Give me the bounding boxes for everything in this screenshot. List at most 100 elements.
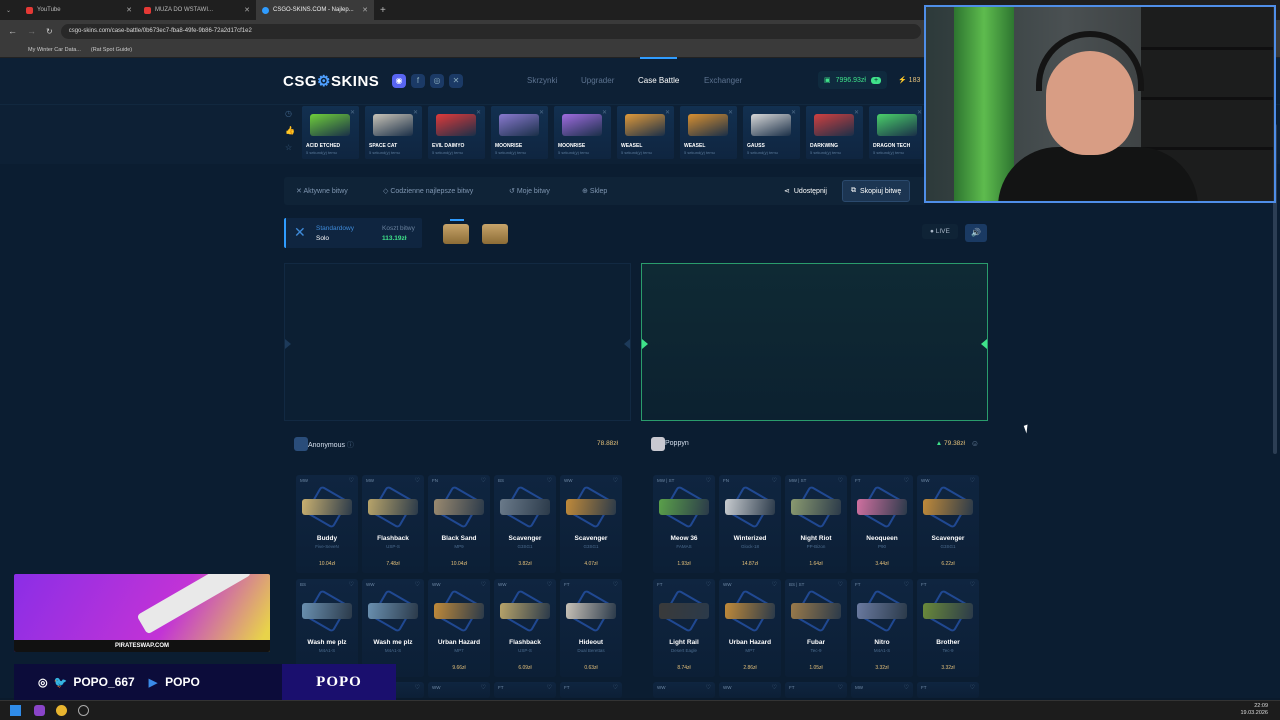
won-item-card[interactable]: FN ♡ Winterized Glock-18 14.87zł [719, 475, 781, 573]
favorite-icon[interactable]: ♡ [481, 684, 486, 691]
copy-battle-button[interactable]: ⧉ Skopiuj bitwę [842, 180, 911, 202]
won-item-card[interactable]: WW ♡ Flashback USP-S 6.09zł [494, 579, 556, 677]
chrome-icon[interactable] [56, 705, 67, 716]
close-icon[interactable]: ✕ [476, 109, 481, 116]
subnav-active-battles[interactable]: ✕ Aktywne bitwy [296, 187, 348, 195]
won-item-card[interactable]: WW ♡ [428, 682, 490, 698]
won-item-card[interactable]: FT ♡ Neoqueen P90 3.44zł [851, 475, 913, 573]
won-item-card[interactable]: FT ♡ [560, 682, 622, 698]
close-icon[interactable]: ✕ [854, 109, 859, 116]
back-icon[interactable]: ← [8, 26, 17, 36]
favorite-icon[interactable]: ♡ [772, 684, 777, 691]
case-box-1[interactable] [443, 224, 469, 244]
favorite-icon[interactable]: ♡ [772, 581, 777, 588]
close-icon[interactable]: ✕ [350, 109, 355, 116]
close-icon[interactable]: ✕ [791, 109, 796, 116]
won-item-card[interactable]: WW ♡ [719, 682, 781, 698]
favorite-icon[interactable]: ♡ [706, 477, 711, 484]
won-item-card[interactable]: FN ♡ Black Sand MP9 10.04zł [428, 475, 490, 573]
favorite-icon[interactable]: ♡ [904, 581, 909, 588]
nav-skrzynki[interactable]: Skrzynki [527, 76, 557, 85]
subnav-shop[interactable]: ⊕ Sklep [582, 187, 607, 195]
case-card[interactable]: ✕ GAUSS 5 sekund(y) temu [743, 106, 800, 159]
favorite-icon[interactable]: ♡ [415, 477, 420, 484]
bookmark-item[interactable]: (Rat Spot Guide) [91, 47, 132, 53]
won-item-card[interactable]: FT ♡ [917, 682, 979, 698]
favorite-icon[interactable]: ♡ [706, 581, 711, 588]
won-item-card[interactable]: BS ♡ Wash me plz M4A1-S [296, 579, 358, 677]
thumb-up-icon[interactable]: 👍 [285, 126, 295, 135]
won-item-card[interactable]: MW ♡ Buddy Five-SeveN 10.04zł [296, 475, 358, 573]
favorite-icon[interactable]: ♡ [481, 581, 486, 588]
share-button[interactable]: ⋖ Udostępnij [776, 180, 835, 202]
case-card[interactable]: ✕ MOONRISE 5 sekund(y) temu [554, 106, 611, 159]
case-card[interactable]: ✕ SPACE CAT 5 sekund(y) temu [365, 106, 422, 159]
favorite-icon[interactable]: ♡ [904, 684, 909, 691]
case-card[interactable]: ✕ WEASEL 5 sekund(y) temu [680, 106, 737, 159]
tab-csgo-skins[interactable]: CSGO-SKINS.COM - Najlep... ✕ [256, 0, 374, 20]
favorite-icon[interactable]: ♡ [547, 477, 552, 484]
case-card[interactable]: ✕ MOONRISE 5 sekund(y) temu [491, 106, 548, 159]
case-card[interactable]: ✕ DARKWING 5 sekund(y) temu [806, 106, 863, 159]
won-item-card[interactable]: MW ♡ [851, 682, 913, 698]
won-item-card[interactable]: FT ♡ Brother Tec-9 3.32zł [917, 579, 979, 677]
favorite-icon[interactable]: ♡ [838, 477, 843, 484]
won-item-card[interactable]: MW | ST ♡ Meow 36 FAMAS 1.93zł [653, 475, 715, 573]
instagram-icon[interactable]: ◎ [430, 74, 444, 88]
favorite-icon[interactable]: ♡ [613, 684, 618, 691]
favorite-icon[interactable]: ♡ [415, 684, 420, 691]
tab-list-button[interactable]: ⌄ [0, 0, 20, 20]
favorite-icon[interactable]: ♡ [706, 684, 711, 691]
favorite-icon[interactable]: ♡ [772, 477, 777, 484]
close-tab-icon[interactable]: ✕ [126, 6, 132, 14]
won-item-card[interactable]: WW ♡ Scavenger G3SG1 6.22zł [917, 475, 979, 573]
close-tab-icon[interactable]: ✕ [244, 6, 250, 14]
won-item-card[interactable]: MW ♡ Flashback USP-S 7.48zł [362, 475, 424, 573]
tab-muza[interactable]: MUZA DO WSTAWI... ✕ [138, 0, 256, 20]
discord-icon[interactable]: ◉ [392, 74, 406, 88]
won-item-card[interactable]: WW ♡ Wash me plz M4A1-S [362, 579, 424, 677]
nav-exchanger[interactable]: Exchanger [704, 76, 742, 85]
won-item-card[interactable]: FT ♡ [785, 682, 847, 698]
won-item-card[interactable]: FT ♡ [494, 682, 556, 698]
favorite-icon[interactable]: ♡ [838, 581, 843, 588]
close-tab-icon[interactable]: ✕ [362, 6, 368, 14]
favorite-icon[interactable]: ♡ [415, 581, 420, 588]
favorite-icon[interactable]: ♡ [904, 477, 909, 484]
tab-youtube[interactable]: YouTube ✕ [20, 0, 138, 20]
favorite-icon[interactable]: ♡ [970, 581, 975, 588]
favorite-icon[interactable]: ♡ [481, 477, 486, 484]
won-item-card[interactable]: WW ♡ Urban Hazard MP7 2.86zł [719, 579, 781, 677]
subnav-my-battles[interactable]: ↺ Moje bitwy [509, 187, 550, 195]
favorite-icon[interactable]: ♡ [970, 684, 975, 691]
favorite-icon[interactable]: ♡ [970, 477, 975, 484]
close-icon[interactable]: ✕ [413, 109, 418, 116]
favorite-icon[interactable]: ♡ [547, 684, 552, 691]
close-icon[interactable]: ✕ [539, 109, 544, 116]
won-item-card[interactable]: WW ♡ Scavenger G3SG1 4.07zł [560, 475, 622, 573]
url-field[interactable]: csgo-skins.com/case-battle/0b673ec7-fba8… [60, 23, 921, 39]
add-funds-icon[interactable]: + [870, 76, 882, 84]
forward-icon[interactable]: → [27, 26, 36, 36]
clock-icon[interactable]: ◷ [285, 109, 292, 118]
favorite-icon[interactable]: ♡ [349, 477, 354, 484]
won-item-card[interactable]: FT ♡ Light Rail Desert Eagle 8.74zł [653, 579, 715, 677]
favorite-icon[interactable]: ♡ [547, 581, 552, 588]
won-item-card[interactable]: FT ♡ Nitro M4A1-S 3.32zł [851, 579, 913, 677]
site-logo[interactable]: CSG⚙SKINS [283, 72, 379, 90]
case-card[interactable]: ✕ DRAGON TECH 5 sekund(y) temu [869, 106, 922, 159]
bookmark-item[interactable]: My Winter Car Data... [28, 47, 81, 53]
close-icon[interactable]: ✕ [665, 109, 670, 116]
case-box-2[interactable] [482, 224, 508, 244]
case-card[interactable]: ✕ EVIL DAIMYO 5 sekund(y) temu [428, 106, 485, 159]
smile-icon[interactable]: ☺ [971, 439, 979, 448]
won-item-card[interactable]: BS ♡ Scavenger G3SG1 3.82zł [494, 475, 556, 573]
live-indicator[interactable]: ● LIVE [922, 224, 958, 239]
app-icon[interactable] [78, 705, 89, 716]
favorite-icon[interactable]: ♡ [838, 684, 843, 691]
speaker-icon[interactable]: 🔊 [965, 224, 987, 242]
case-card[interactable]: ✕ ACID ETCHED 5 sekund(y) temu [302, 106, 359, 159]
new-tab-button[interactable]: + [374, 0, 392, 20]
won-item-card[interactable]: FT ♡ Hideout Dual Berettas 0.63zł [560, 579, 622, 677]
favorite-icon[interactable]: ♡ [613, 581, 618, 588]
